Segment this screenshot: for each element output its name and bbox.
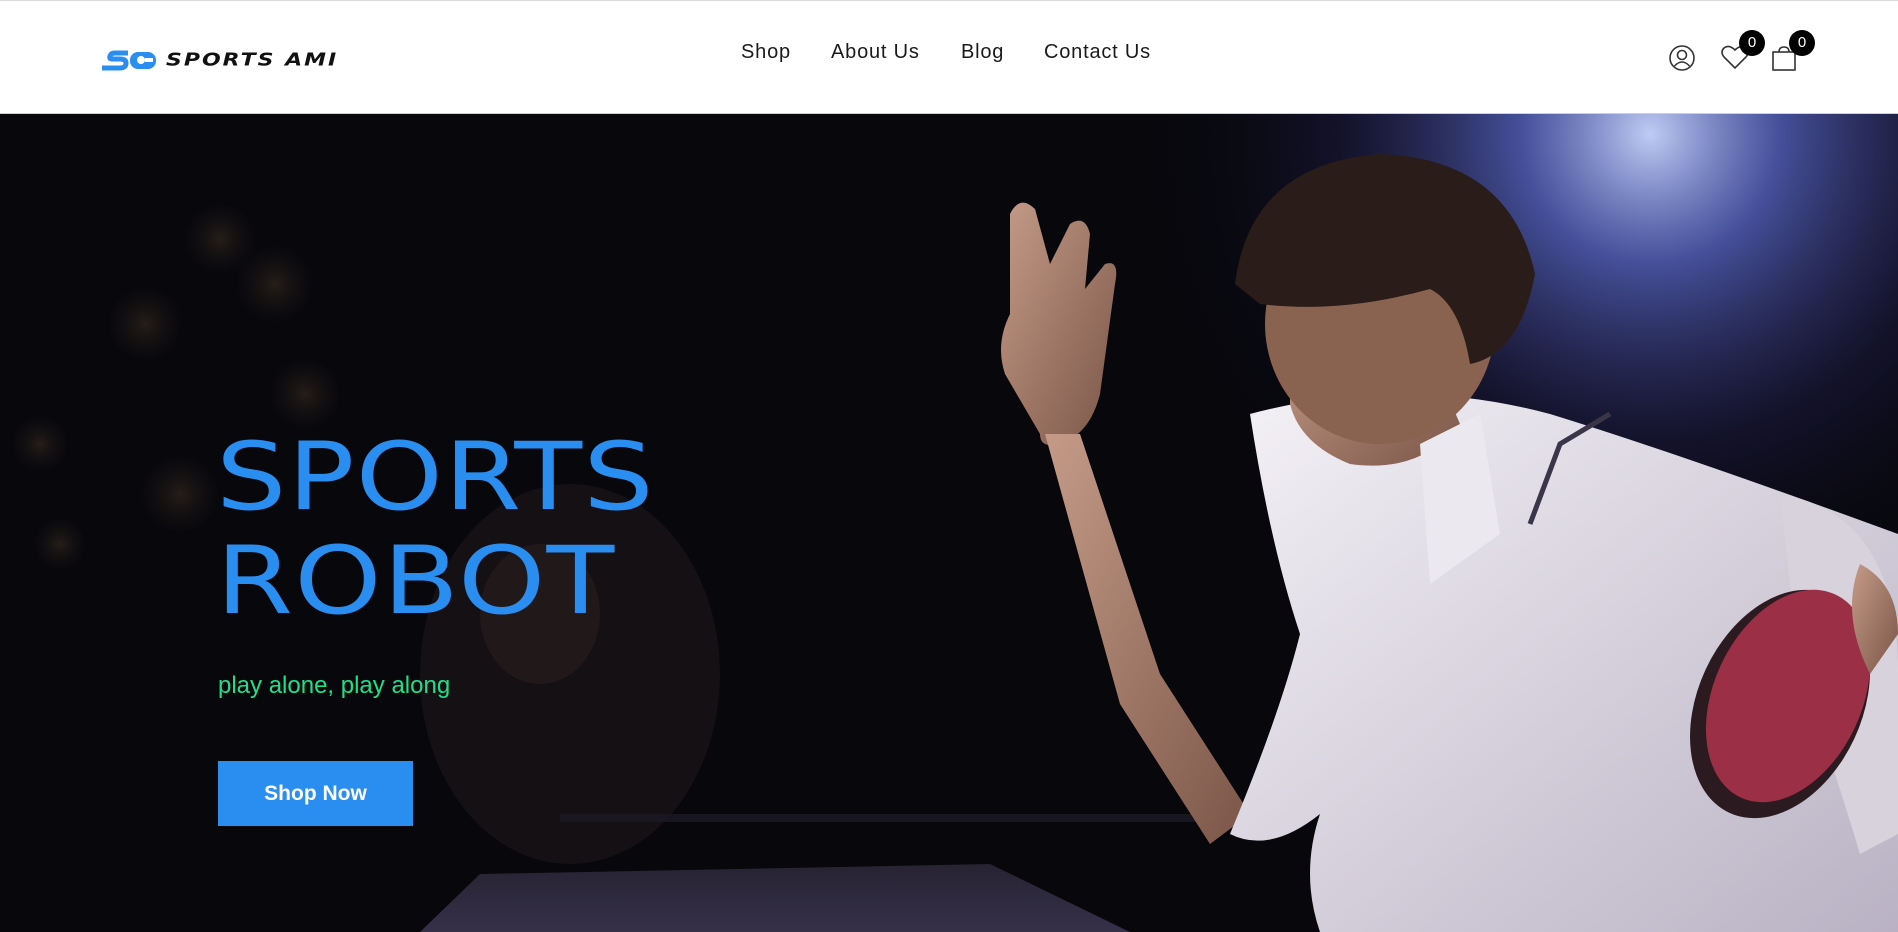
nav-contact-us[interactable]: Contact Us bbox=[1044, 41, 1151, 64]
shop-now-button[interactable]: Shop Now bbox=[218, 761, 413, 826]
nav-about-us[interactable]: About Us bbox=[831, 41, 920, 64]
wishlist-button[interactable]: 0 bbox=[1721, 30, 1765, 74]
cart-button[interactable]: 0 bbox=[1771, 30, 1815, 74]
user-icon bbox=[1669, 45, 1695, 71]
site-header: SPORTS AMI Shop About Us Blog Contact Us… bbox=[0, 0, 1898, 114]
account-button[interactable] bbox=[1668, 44, 1698, 74]
cart-count-badge: 0 bbox=[1789, 30, 1815, 56]
hero-title: SPORTS ROBOT bbox=[216, 426, 655, 634]
main-nav: Shop About Us Blog Contact Us bbox=[0, 41, 1898, 69]
hero-banner: SPORTS ROBOT play alone, play along Shop… bbox=[0, 114, 1898, 932]
hero-title-line-2: ROBOT bbox=[216, 527, 616, 636]
nav-shop[interactable]: Shop bbox=[741, 41, 791, 64]
wishlist-count-badge: 0 bbox=[1739, 30, 1765, 56]
nav-blog[interactable]: Blog bbox=[961, 41, 1004, 64]
hero-subtitle: play alone, play along bbox=[218, 672, 451, 699]
hero-title-line-1: SPORTS bbox=[216, 423, 655, 532]
